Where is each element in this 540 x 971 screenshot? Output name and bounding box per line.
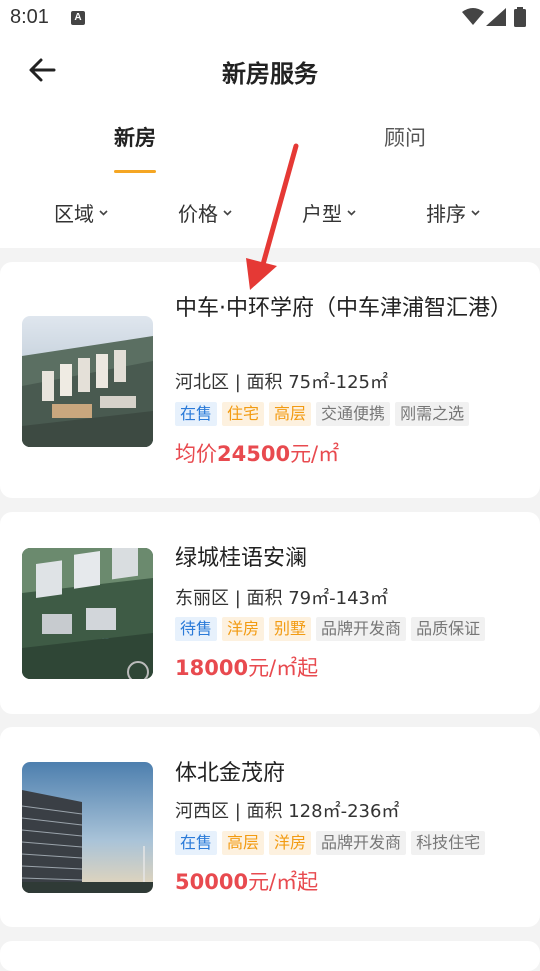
property-type-tag: 洋房 (222, 617, 265, 641)
chevron-down-icon (99, 209, 108, 216)
listing-tags: 在售 高层 洋房 品牌开发商 科技住宅 (175, 831, 490, 855)
property-type-tag: 别墅 (269, 617, 312, 641)
listing-tags: 待售 洋房 别墅 品牌开发商 品质保证 (175, 617, 490, 641)
status-badge: 待售 (175, 617, 218, 641)
feature-tag: 刚需之选 (395, 402, 470, 426)
property-type-tag: 洋房 (269, 831, 312, 855)
listing-card[interactable]: 体北金茂府 河西区 | 面积 128㎡-236㎡ 在售 高层 洋房 品牌开发商 科技住宅… (0, 727, 540, 927)
listing-name: 绿城桂语安澜 (175, 546, 308, 571)
listing-card[interactable]: 绿城桂语安澜 东丽区 | 面积 79㎡-143㎡ 待售 洋房 别墅 品牌开发商 品质保证… (0, 512, 540, 714)
filter-layout-label: 户型 (302, 202, 342, 226)
listing-price: 均价24500元/㎡ (175, 438, 339, 468)
feature-tag: 交通便携 (316, 402, 391, 426)
feature-tag: 品牌开发商 (316, 831, 407, 855)
listing-name: 体北金茂府 (175, 761, 286, 786)
property-type-tag: 高层 (222, 831, 265, 855)
filter-price-label: 价格 (178, 202, 218, 226)
price-value: 24500 (217, 442, 291, 466)
listing-info: 河北区 | 面积 75㎡-125㎡ (175, 372, 388, 393)
status-time: 8:01 (10, 6, 49, 28)
listing-info: 河西区 | 面积 128㎡-236㎡ (175, 801, 400, 822)
feature-tag: 科技住宅 (411, 831, 486, 855)
signal-icon (486, 8, 506, 26)
wifi-icon (462, 8, 484, 25)
title-bar: 新房服务 (0, 40, 540, 100)
listing-card[interactable]: 中车·中环学府（中车津浦智汇港） 河北区 | 面积 75㎡-125㎡ 在售 住宅高… (0, 262, 540, 498)
tab-new-homes[interactable]: 新房 (114, 122, 156, 152)
filter-price[interactable]: 价格 (178, 198, 232, 227)
listing-tags: 在售 住宅 高层 交通便携 刚需之选 (175, 402, 474, 426)
listing-price: 18000元/㎡起 (175, 652, 318, 682)
tab-bar: 新房 顾问 (0, 118, 540, 178)
listing-thumbnail (22, 762, 153, 893)
listing-price: 50000元/㎡起 (175, 866, 318, 896)
status-badge: 在售 (175, 831, 218, 855)
property-type-tag: 高层 (269, 402, 312, 426)
price-suffix: 元/㎡起 (248, 656, 319, 680)
chevron-down-icon (347, 209, 356, 216)
chevron-down-icon (471, 209, 480, 216)
filter-sort-label: 排序 (426, 202, 466, 226)
status-badge: 在售 (175, 402, 218, 426)
price-suffix: 元/㎡ (290, 442, 340, 466)
status-bar: 8:01 A (0, 0, 540, 36)
filter-bar: 区域 价格 户型 排序 (0, 194, 540, 234)
listing-thumbnail (22, 548, 153, 679)
feature-tag: 品牌开发商 (316, 617, 407, 641)
price-value: 18000 (175, 656, 249, 680)
filter-layout[interactable]: 户型 (302, 198, 356, 227)
filter-region-label: 区域 (54, 202, 94, 226)
chevron-down-icon (223, 209, 232, 216)
listing-thumbnail (22, 316, 153, 447)
listing-info: 东丽区 | 面积 79㎡-143㎡ (175, 588, 388, 609)
filter-region[interactable]: 区域 (54, 198, 108, 227)
price-suffix: 元/㎡起 (248, 870, 319, 894)
feature-tag: 品质保证 (411, 617, 486, 641)
price-prefix: 均价 (175, 442, 217, 466)
page-title: 新房服务 (222, 60, 318, 88)
active-tab-indicator (114, 170, 156, 173)
notification-icon: A (71, 11, 85, 25)
battery-icon (514, 7, 526, 27)
tab-consultant[interactable]: 顾问 (384, 122, 426, 152)
price-value: 50000 (175, 870, 249, 894)
listing-card[interactable] (0, 941, 540, 971)
filter-sort[interactable]: 排序 (426, 198, 480, 227)
listing-name: 中车·中环学府（中车津浦智汇港） (175, 296, 512, 321)
property-type-tag: 住宅 (222, 402, 265, 426)
